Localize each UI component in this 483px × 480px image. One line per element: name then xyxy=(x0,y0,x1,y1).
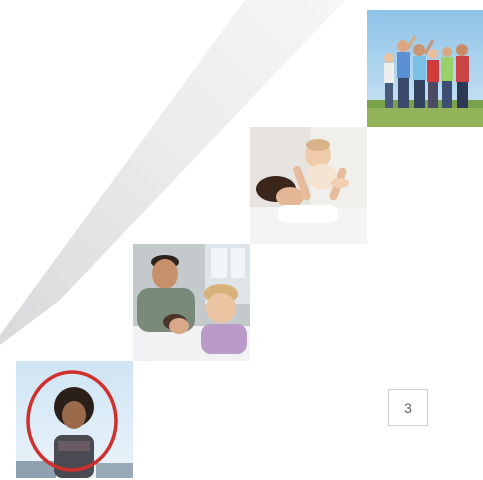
photo-mother-and-baby xyxy=(250,127,367,244)
photo-father-and-children xyxy=(133,244,250,361)
photo-girl-with-hoop xyxy=(16,361,133,478)
page-number: 3 xyxy=(404,399,412,416)
page-number-box: 3 xyxy=(388,389,428,426)
photo-group-of-kids xyxy=(367,10,483,127)
